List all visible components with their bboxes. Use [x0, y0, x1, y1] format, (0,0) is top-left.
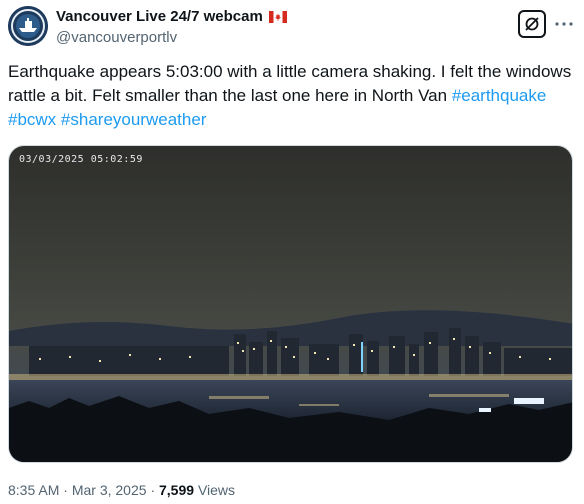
views-count: 7,599 [159, 482, 195, 498]
hashtag-earthquake[interactable]: #earthquake [452, 86, 547, 105]
hashtag-shareyourweather[interactable]: #shareyourweather [61, 110, 207, 129]
hashtag-bcwx[interactable]: #bcwx [8, 110, 56, 129]
tweet-header: Vancouver Live 24/7 webcam @vancouverpor… [8, 6, 576, 50]
webcam-image[interactable]: 03/03/2025 05:02:59 [8, 145, 573, 463]
views-label: Views [197, 482, 236, 498]
tweet-text: Earthquake appears 5:03:00 with a little… [8, 60, 576, 132]
author-handle[interactable]: @vancouverportlv [56, 28, 287, 48]
more-icon [555, 22, 573, 26]
avatar[interactable] [8, 6, 48, 46]
tweet-date[interactable]: Mar 3, 2025 [72, 482, 147, 498]
meta-separator: · [63, 482, 68, 498]
author-display-name[interactable]: Vancouver Live 24/7 webcam [56, 8, 263, 26]
canada-flag-icon [268, 11, 287, 23]
grok-button[interactable] [518, 10, 546, 38]
more-options-button[interactable] [552, 12, 576, 36]
grok-icon [525, 17, 539, 31]
city-night-scene [9, 146, 572, 462]
tweet-meta: 8:35 AM · Mar 3, 2025 · 7,599 Views [8, 482, 235, 498]
tweet-time[interactable]: 8:35 AM [8, 482, 59, 498]
avatar-logo-icon [8, 6, 48, 46]
meta-separator-2: · [150, 482, 156, 498]
webcam-timestamp: 03/03/2025 05:02:59 [19, 154, 143, 165]
